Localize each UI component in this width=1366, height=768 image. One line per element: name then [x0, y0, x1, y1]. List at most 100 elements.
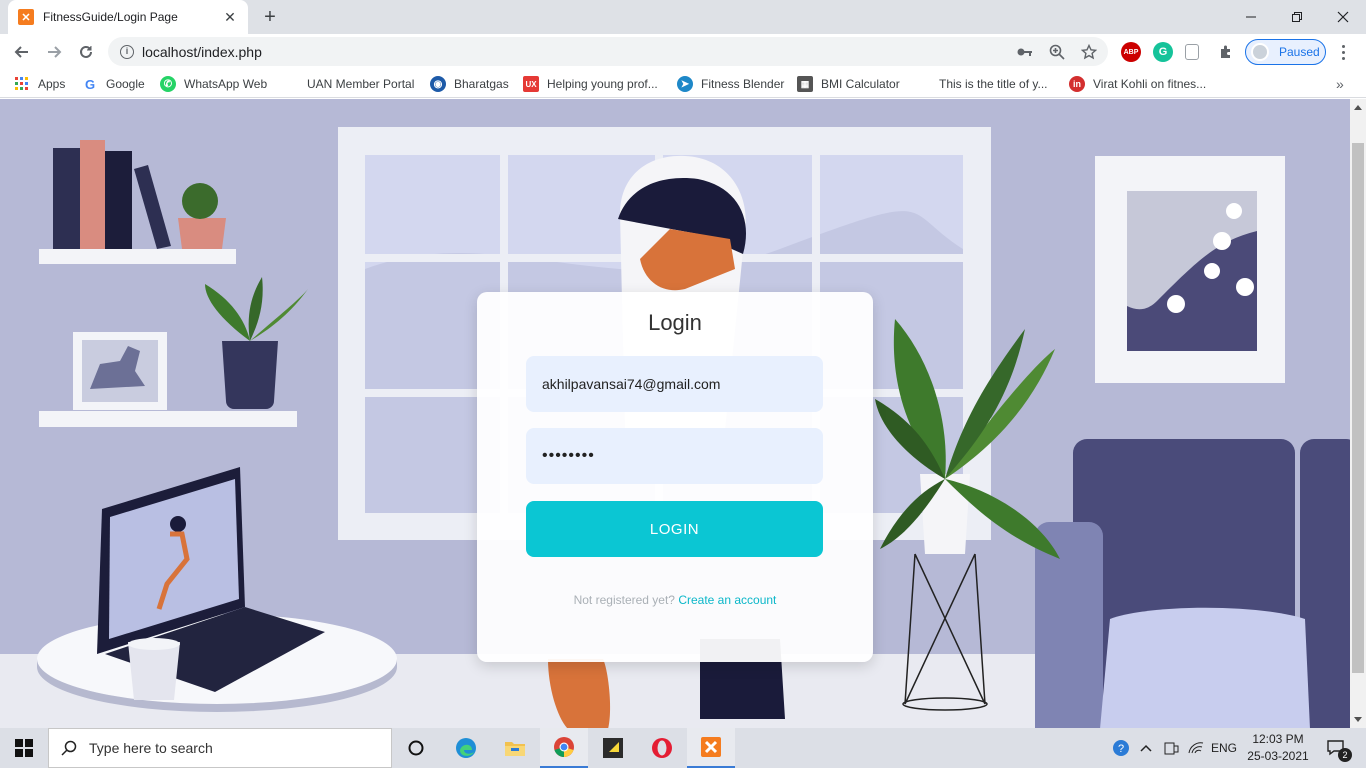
- email-field[interactable]: [526, 356, 823, 412]
- back-arrow-icon: [14, 46, 28, 58]
- more-bookmarks-icon[interactable]: »: [1336, 76, 1344, 92]
- bookmark-star-icon[interactable]: [1078, 41, 1100, 63]
- bookmark-fitness-blender[interactable]: ➤ Fitness Blender: [677, 74, 784, 94]
- ux-icon: UX: [523, 76, 539, 92]
- taskbar-search[interactable]: Type here to search: [48, 728, 392, 768]
- page-viewport: Login LOGIN Not registered yet? Create a…: [0, 99, 1350, 728]
- bookmark-ux[interactable]: UX Helping young prof...: [523, 74, 658, 94]
- svg-text:?: ?: [1118, 743, 1124, 755]
- scroll-down-icon[interactable]: [1354, 717, 1362, 722]
- profile-status: Paused: [1279, 45, 1320, 59]
- start-button[interactable]: [0, 728, 48, 768]
- notification-center-button[interactable]: 2: [1322, 728, 1352, 768]
- bookmark-whatsapp[interactable]: ✆ WhatsApp Web: [160, 74, 267, 94]
- google-icon: G: [84, 76, 96, 92]
- taskbar-edge[interactable]: [442, 728, 490, 768]
- bookmark-title[interactable]: This is the title of y...: [915, 74, 1047, 94]
- sticky-notes-icon: [603, 738, 623, 758]
- tab-strip: ✕ FitnessGuide/Login Page ✕ +: [0, 0, 1366, 34]
- reload-icon: [80, 45, 92, 58]
- restore-button[interactable]: [1274, 0, 1320, 34]
- register-prompt-text: Not registered yet?: [573, 593, 675, 607]
- bookmark-label: Helping young prof...: [547, 77, 658, 91]
- url-text: localhost/index.php: [142, 43, 262, 60]
- bookmark-label: Apps: [38, 77, 66, 91]
- bookmark-uan[interactable]: UAN Member Portal: [283, 74, 414, 94]
- cortana-button[interactable]: [392, 728, 440, 768]
- browser-tab[interactable]: ✕ FitnessGuide/Login Page ✕: [8, 0, 248, 34]
- login-title: Login: [648, 310, 702, 335]
- wifi-icon[interactable]: [1185, 728, 1207, 768]
- bookmark-label: This is the title of y...: [939, 77, 1048, 91]
- clipboard-icon[interactable]: [1185, 44, 1199, 60]
- inshorts-icon: in: [1069, 76, 1085, 92]
- taskbar-sticky-notes[interactable]: [589, 728, 637, 768]
- windows-icon: [15, 739, 33, 757]
- bookmark-label: BMI Calculator: [821, 77, 900, 91]
- password-field[interactable]: [526, 428, 823, 484]
- register-prompt: Not registered yet? Create an account: [477, 593, 873, 607]
- clock[interactable]: 12:03 PM 25-03-2021: [1238, 731, 1318, 765]
- login-card: Login LOGIN Not registered yet? Create a…: [477, 292, 873, 662]
- search-icon: [61, 740, 77, 756]
- bookmark-bharatgas[interactable]: ◉ Bharatgas: [430, 74, 509, 94]
- zoom-icon[interactable]: [1046, 41, 1068, 63]
- profile-button[interactable]: Paused: [1245, 39, 1326, 65]
- minimize-icon: [1246, 16, 1256, 18]
- bookmark-label: Fitness Blender: [701, 77, 785, 91]
- notification-badge: 2: [1338, 748, 1352, 762]
- scroll-up-icon[interactable]: [1354, 105, 1362, 110]
- new-tab-button[interactable]: +: [258, 6, 282, 30]
- xampp-icon: [701, 737, 721, 757]
- close-icon: [1337, 11, 1349, 23]
- tab-title: FitnessGuide/Login Page: [43, 10, 178, 24]
- show-hidden-icons[interactable]: [1136, 728, 1156, 768]
- bookmark-bmi[interactable]: ▦ BMI Calculator: [797, 74, 900, 94]
- bookmark-label: Google: [106, 77, 145, 91]
- taskbar-file-explorer[interactable]: [491, 728, 539, 768]
- scrollbar-thumb[interactable]: [1352, 143, 1364, 673]
- clock-time: 12:03 PM: [1252, 732, 1304, 746]
- bookmark-google[interactable]: G Google: [82, 74, 145, 94]
- abp-icon[interactable]: ABP: [1121, 42, 1141, 62]
- taskbar-xampp[interactable]: [687, 728, 735, 768]
- menu-kebab-icon[interactable]: [1336, 40, 1350, 64]
- calculator-icon: ▦: [797, 76, 813, 92]
- puzzle-icon[interactable]: [1216, 42, 1236, 62]
- bookmark-label: Bharatgas: [454, 77, 509, 91]
- login-button[interactable]: LOGIN: [526, 501, 823, 557]
- forward-button[interactable]: [40, 38, 68, 66]
- taskbar-chrome[interactable]: [540, 728, 588, 768]
- cortana-icon: [408, 740, 424, 756]
- browser-toolbar: i localhost/index.php ABP G Paused: [0, 34, 1366, 70]
- opera-icon: [652, 738, 672, 758]
- taskbar: Type here to search ? ENG 12:03 PM 25-03…: [0, 728, 1366, 768]
- apps-grid-icon: [14, 76, 30, 92]
- reload-button[interactable]: [72, 38, 100, 66]
- close-tab-icon[interactable]: ✕: [222, 9, 238, 25]
- bookmark-label: WhatsApp Web: [184, 77, 268, 91]
- taskbar-opera[interactable]: [638, 728, 686, 768]
- grammarly-icon[interactable]: G: [1153, 42, 1173, 62]
- address-bar[interactable]: i localhost/index.php: [108, 37, 1108, 66]
- back-button[interactable]: [8, 38, 36, 66]
- forward-arrow-icon: [48, 46, 62, 58]
- device-tray-icon[interactable]: [1160, 728, 1182, 768]
- close-window-button[interactable]: [1320, 0, 1366, 34]
- bookmark-apps[interactable]: Apps: [14, 74, 65, 94]
- xampp-icon: ✕: [18, 9, 34, 25]
- avatar: [1251, 43, 1269, 61]
- language-indicator[interactable]: ENG: [1208, 728, 1240, 768]
- bookmark-virat[interactable]: in Virat Kohli on fitnes...: [1069, 74, 1206, 94]
- bharatgas-icon: ◉: [430, 76, 446, 92]
- create-account-link[interactable]: Create an account: [678, 593, 776, 607]
- whatsapp-icon: ✆: [160, 76, 176, 92]
- key-icon[interactable]: [1014, 41, 1036, 63]
- chrome-icon: [554, 737, 574, 757]
- site-info-icon[interactable]: i: [120, 44, 134, 59]
- bookmark-label: UAN Member Portal: [307, 77, 415, 91]
- help-tray-icon[interactable]: ?: [1110, 728, 1132, 768]
- page-scrollbar[interactable]: [1350, 99, 1366, 728]
- minimize-button[interactable]: [1228, 0, 1274, 34]
- restore-icon: [1292, 12, 1302, 22]
